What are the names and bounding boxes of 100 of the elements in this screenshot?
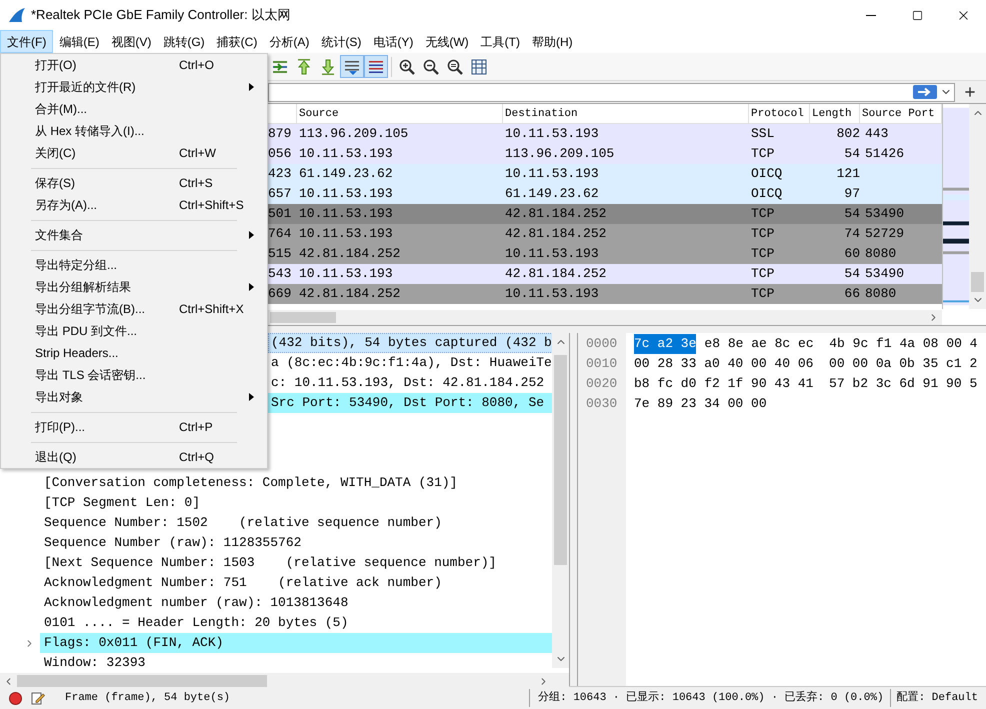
table-cell-text: 54 <box>843 205 860 224</box>
detail-line[interactable]: Window: 32393 <box>24 653 552 673</box>
packet-row[interactable]: 879 113.96.209.105 10.11.53.193 SSL 802 443 <box>268 124 942 144</box>
zoom-in-icon <box>398 58 416 76</box>
detail-line[interactable]: [Next Sequence Number: 1503 (relative sequence number)] <box>24 553 552 573</box>
selected-hex-bytes[interactable]: 7c a2 3e <box>634 334 696 354</box>
profile-label[interactable]: 配置: Default <box>896 690 978 706</box>
table-cell-text: OICQ <box>750 165 784 184</box>
table-cell-text: 51426 <box>864 145 904 164</box>
menu-item[interactable]: 跳转(G) <box>157 30 211 53</box>
menu-entry[interactable]: 导出分组字节流(B)... Ctrl+Shift+X <box>1 298 267 320</box>
menu-entry[interactable]: 导出对象 <box>1 386 267 408</box>
packet-row[interactable]: 501 10.11.53.193 42.81.184.252 TCP 54 53490 <box>268 204 942 224</box>
table-cell-text: 423 <box>268 165 292 184</box>
menu-item[interactable]: 分析(A) <box>263 30 316 53</box>
menu-item[interactable]: 捕获(C) <box>210 30 264 53</box>
menu-entry-label: 退出(Q) <box>35 449 76 466</box>
pencil-note-icon[interactable] <box>31 691 45 705</box>
menu-entry[interactable]: 打开最近的文件(R) <box>1 76 267 98</box>
detail-line[interactable]: Sequence Number: 1502 (relative sequence number) <box>24 513 552 533</box>
menu-entry-label: 打开(O) <box>35 57 76 74</box>
packet-row[interactable]: 423 61.149.23.62 10.11.53.193 OICQ 121 <box>268 164 942 184</box>
shark-fin-icon <box>8 7 26 23</box>
expert-info-icon[interactable] <box>9 692 22 704</box>
table-cell-text: 10.11.53.193 <box>298 265 394 284</box>
menu-item[interactable]: 帮助(H) <box>526 30 579 53</box>
menu-item[interactable]: 工具(T) <box>474 30 526 53</box>
detail-line[interactable]: 0101 .... = Header Length: 20 bytes (5) <box>24 613 552 633</box>
table-cell-text: OICQ <box>750 185 784 204</box>
menu-entry[interactable]: 另存为(A)... Ctrl+Shift+S <box>1 194 267 216</box>
frame-info: Frame (frame), 54 byte(s) <box>65 690 230 706</box>
menu-entry[interactable]: 合并(M)... <box>1 98 267 120</box>
menu-entry[interactable]: 打开(O) Ctrl+O <box>1 54 267 76</box>
offset-label: 0000 <box>585 335 618 354</box>
table-cell-text: 61.149.23.62 <box>298 165 394 184</box>
scrollbar-thumb[interactable] <box>554 355 568 565</box>
scrollbar-thumb[interactable] <box>971 272 984 292</box>
table-cell-text: 8080 <box>864 285 896 304</box>
menu-item[interactable]: 电话(Y) <box>367 30 420 53</box>
menu-item[interactable]: 文件(F) <box>0 30 54 53</box>
packet-row[interactable]: 543 10.11.53.193 42.81.184.252 TCP 54 53490 <box>268 264 942 284</box>
offset-label: 0030 <box>585 395 618 414</box>
menu-item[interactable]: 无线(W) <box>419 30 475 53</box>
display-filter-field[interactable] <box>268 82 955 102</box>
maximize-icon <box>912 10 922 20</box>
offset-label: 0020 <box>585 375 618 394</box>
menu-item[interactable]: 视图(V) <box>105 30 158 53</box>
table-cell-text: 543 <box>268 265 292 284</box>
toolbar-button[interactable] <box>364 55 388 78</box>
menu-entry-label: 打印(P)... <box>35 419 85 436</box>
menu-entry[interactable]: 保存(S) Ctrl+S <box>1 172 267 194</box>
detail-line[interactable]: Sequence Number (raw): 1128355762 <box>24 533 552 553</box>
shortcut-label: Ctrl+O <box>179 57 214 74</box>
table-cell-text: 443 <box>864 125 888 144</box>
toolbar-button[interactable] <box>340 55 364 78</box>
detail-line[interactable]: [TCP Segment Len: 0] <box>24 493 552 513</box>
detail-line[interactable]: Acknowledgment Number: 751 (relative ack number) <box>24 573 552 593</box>
horizontal-scrollbar[interactable] <box>0 673 569 689</box>
menu-entry[interactable]: 导出分组解析结果 <box>1 276 267 298</box>
down-arrow-icon <box>319 58 337 76</box>
menu-entry[interactable]: 退出(Q) Ctrl+Q <box>1 446 267 468</box>
menu-entry[interactable]: Strip Headers... <box>1 342 267 364</box>
horizontal-scrollbar[interactable] <box>268 310 942 325</box>
table-cell-text: 53490 <box>864 205 904 224</box>
detail-line[interactable]: a (8c:ec:4b:9c:f1:4a), Dst: HuaweiTe <box>268 353 552 373</box>
table-cell-text: 74 <box>843 225 860 244</box>
menu-entry[interactable]: 从 Hex 转储导入(I)... <box>1 120 267 142</box>
detail-line[interactable]: [Conversation completeness: Complete, WITH_DATA (31)] <box>24 473 552 493</box>
menu-entry[interactable]: 导出 TLS 会话密钥... <box>1 364 267 386</box>
table-cell-text: 42.81.184.252 <box>298 245 402 264</box>
add-button-icon[interactable] <box>963 85 977 99</box>
zoom-out-icon <box>422 58 440 76</box>
menu-entry[interactable]: 导出 PDU 到文件... <box>1 320 267 342</box>
menu-entry[interactable]: 关闭(C) Ctrl+W <box>1 142 267 164</box>
scrollbar-thumb[interactable] <box>270 312 336 323</box>
packet-row[interactable]: 764 10.11.53.193 42.81.184.252 TCP 74 52729 <box>268 224 942 244</box>
menu-entry[interactable]: 导出特定分组... <box>1 254 267 276</box>
table-cell-text: TCP <box>750 265 776 284</box>
detail-line[interactable]: Acknowledgment number (raw): 1013813648 <box>24 593 552 613</box>
offset-label: 0010 <box>585 355 618 374</box>
vertical-scrollbar[interactable] <box>969 104 986 309</box>
shortcut-label: Ctrl+Shift+X <box>179 301 244 318</box>
table-cell-text: 42.81.184.252 <box>298 285 402 304</box>
scrollbar-thumb[interactable] <box>17 675 267 687</box>
packet-row[interactable]: 515 42.81.184.252 10.11.53.193 TCP 60 8080 <box>268 244 942 264</box>
table-cell-text: 10.11.53.193 <box>504 285 600 304</box>
menu-item[interactable]: 编辑(E) <box>53 30 106 53</box>
menu-entry-label: 导出分组字节流(B)... <box>35 301 145 318</box>
shortcut-label: Ctrl+S <box>179 175 213 192</box>
vertical-scrollbar[interactable] <box>552 333 569 668</box>
hex-bytes: 7e 89 23 34 00 00 <box>634 395 767 414</box>
shortcut-label: Ctrl+P <box>179 419 213 436</box>
packet-row[interactable]: 056 10.11.53.193 113.96.209.105 TCP 54 51426 <box>268 144 942 164</box>
menu-entry[interactable]: 打印(P)... Ctrl+P <box>1 416 267 438</box>
menu-item[interactable]: 统计(S) <box>315 30 368 53</box>
table-cell-text: 60 <box>843 245 860 264</box>
menu-entry[interactable]: 文件集合 <box>1 224 267 246</box>
detail-line[interactable]: c: 10.11.53.193, Dst: 42.81.184.252 <box>268 373 552 393</box>
packet-row[interactable]: 669 42.81.184.252 10.11.53.193 TCP 66 8080 <box>268 284 942 304</box>
packet-row[interactable]: 657 10.11.53.193 61.149.23.62 OICQ 97 <box>268 184 942 204</box>
